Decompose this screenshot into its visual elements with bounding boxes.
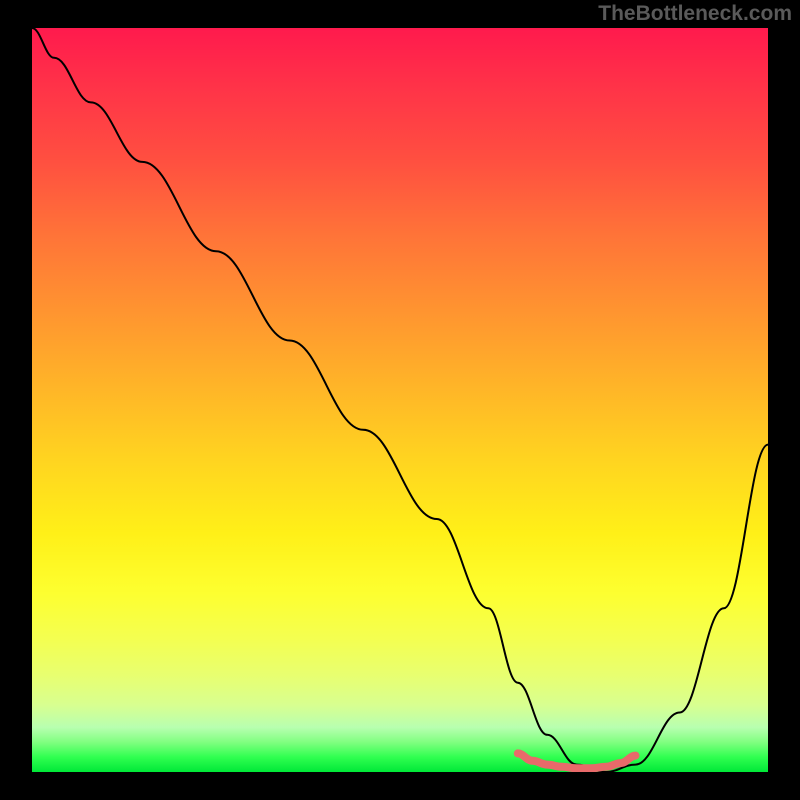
chart-overlay — [32, 28, 768, 772]
watermark-text: TheBottleneck.com — [598, 2, 792, 26]
bottleneck-curve — [32, 28, 768, 772]
highlight-segment — [518, 753, 636, 768]
chart-container: TheBottleneck.com — [0, 0, 800, 800]
